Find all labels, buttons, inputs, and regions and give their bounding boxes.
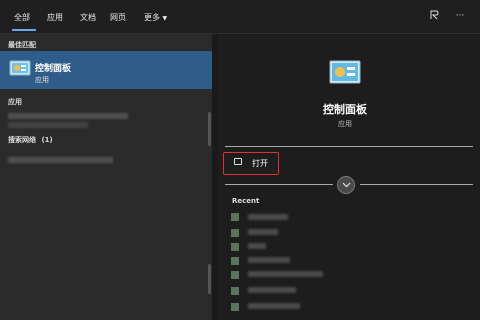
detail-separator	[225, 146, 473, 147]
open-icon	[234, 158, 242, 165]
best-match-item[interactable]	[0, 51, 212, 89]
recent-item-blurred[interactable]	[248, 257, 290, 263]
app-result-blurred[interactable]	[8, 113, 128, 119]
control-panel-large-icon	[329, 60, 361, 84]
active-tab-indicator	[12, 29, 36, 31]
web-search-label: 搜索网络	[8, 136, 36, 144]
chevron-down-icon: ▼	[162, 15, 168, 22]
recent-file-icon	[231, 243, 239, 251]
scrollbar-thumb-lower[interactable]	[208, 264, 211, 294]
recent-file-icon	[231, 303, 239, 311]
recent-item-blurred[interactable]	[248, 214, 288, 220]
recent-file-icon	[231, 287, 239, 295]
scrollbar-thumb[interactable]	[208, 112, 211, 146]
tab-web[interactable]: 网页	[110, 11, 126, 25]
tab-all[interactable]: 全部	[14, 11, 30, 25]
recent-heading: Recent	[232, 197, 260, 205]
best-match-title: 控制面板	[35, 64, 72, 74]
best-match-heading: 最佳匹配	[8, 41, 36, 49]
recent-file-icon	[231, 257, 239, 265]
search-top-bar: 全部 应用 文档 网页 更多 ▼ ···	[0, 0, 480, 34]
open-button-label: 打开	[252, 159, 268, 168]
expand-button[interactable]	[337, 176, 355, 194]
expand-separator-left	[225, 184, 333, 185]
recent-item-blurred[interactable]	[248, 303, 300, 309]
more-icon[interactable]: ···	[453, 9, 467, 23]
best-match-subtitle: 应用	[35, 76, 49, 84]
app-result-blurred-sub	[8, 122, 88, 128]
tab-more[interactable]: 更多 ▼	[144, 11, 167, 25]
chevron-down-icon	[342, 182, 351, 188]
recent-item-blurred[interactable]	[248, 271, 323, 277]
expand-separator-right	[360, 184, 473, 185]
recent-file-icon	[231, 229, 239, 237]
recent-item-blurred[interactable]	[248, 229, 278, 235]
apps-heading: 应用	[8, 98, 22, 106]
recent-file-icon	[231, 271, 239, 279]
web-result-blurred[interactable]	[8, 157, 113, 163]
tab-apps[interactable]: 应用	[47, 11, 63, 25]
recent-item-blurred[interactable]	[248, 287, 296, 293]
detail-app-subtitle: 应用	[338, 120, 352, 128]
recent-item-blurred[interactable]	[248, 243, 266, 249]
recent-file-icon	[231, 213, 239, 221]
detail-app-title: 控制面板	[323, 103, 367, 116]
person-feedback-icon[interactable]	[428, 9, 442, 23]
tab-more-label: 更多	[144, 13, 160, 22]
control-panel-icon	[9, 60, 31, 76]
tab-documents[interactable]: 文档	[80, 11, 96, 25]
web-search-heading: 搜索网络 (1)	[8, 135, 53, 145]
web-search-count: (1)	[41, 136, 53, 144]
open-button[interactable]: 打开	[223, 152, 279, 175]
